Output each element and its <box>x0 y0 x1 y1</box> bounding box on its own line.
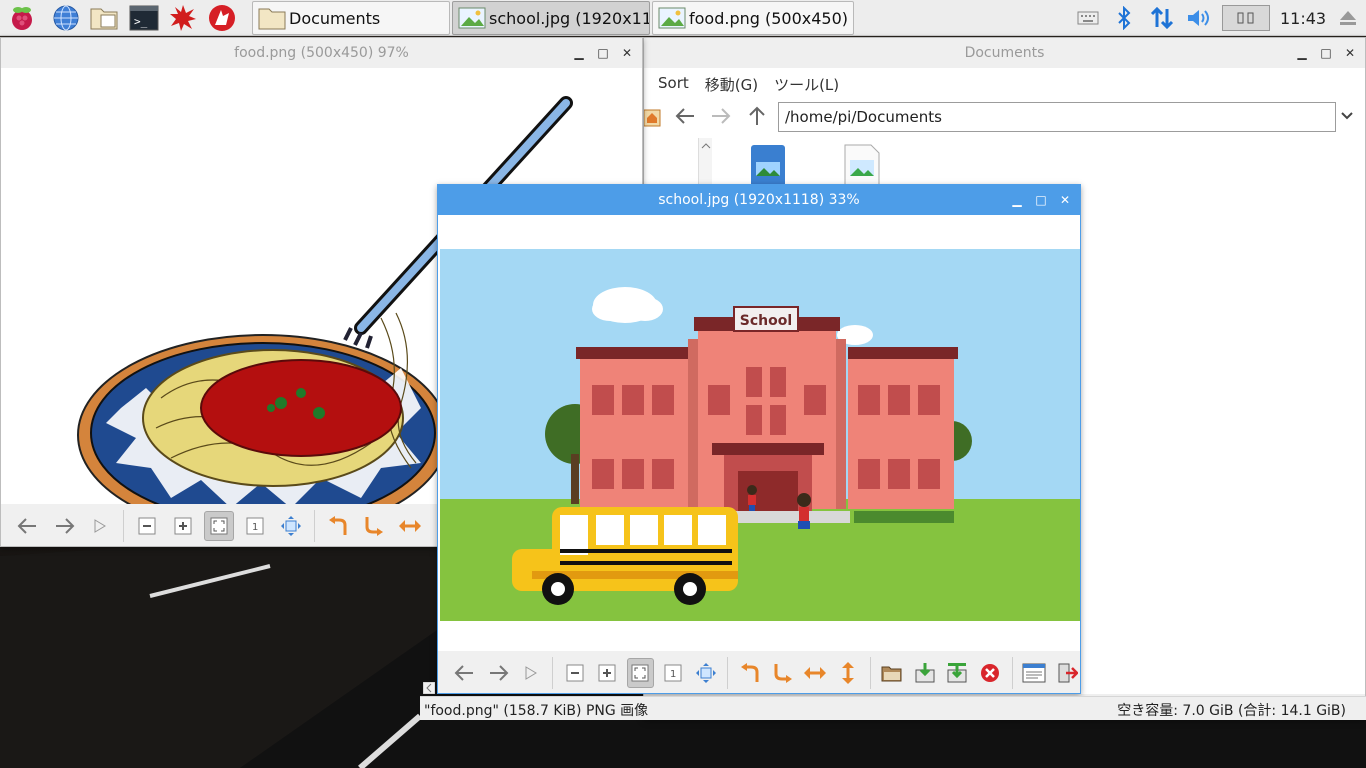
close-icon[interactable]: ✕ <box>1056 191 1074 209</box>
volume-icon[interactable] <box>1185 5 1213 31</box>
minimize-icon[interactable]: ▁ <box>1293 44 1311 62</box>
taskbar: >_ Documents school.jpg (1920x111… food.… <box>0 0 1366 36</box>
minimize-icon[interactable]: ▁ <box>1008 191 1026 209</box>
path-input[interactable]: /home/pi/Documents <box>778 102 1336 132</box>
prev-arrow-icon[interactable] <box>13 511 43 541</box>
toolbar-divider <box>552 657 554 689</box>
menubar: Sort 移動(G) ツール(L) <box>658 74 839 95</box>
school-image: School <box>440 249 1080 621</box>
file-manager-titlebar[interactable]: Documents ▁ □ ✕ <box>644 38 1365 68</box>
terminal-icon[interactable]: >_ <box>129 3 159 33</box>
scroll-left-icon[interactable] <box>422 681 436 695</box>
scroll-up-icon[interactable] <box>700 140 712 152</box>
toolbar-divider <box>869 657 871 689</box>
rotate-left-icon[interactable] <box>736 658 763 688</box>
zoom-in-icon[interactable] <box>594 658 621 688</box>
eject-icon[interactable] <box>1336 5 1360 31</box>
save-as-icon[interactable] <box>944 658 971 688</box>
play-icon[interactable] <box>85 511 115 541</box>
home-icon[interactable] <box>644 106 662 132</box>
flip-vertical-icon[interactable] <box>835 658 862 688</box>
status-free-space: 空き容量: 7.0 GiB (合計: 14.1 GiB) <box>1117 703 1346 719</box>
open-file-icon[interactable] <box>878 658 905 688</box>
back-arrow-icon[interactable] <box>672 104 698 132</box>
save-icon[interactable] <box>911 658 938 688</box>
image-icon <box>458 7 486 29</box>
window-title: school.jpg (1920x1118) 33% <box>658 192 860 208</box>
school-viewer-window: school.jpg (1920x1118) 33% ▁ □ ✕ School … <box>437 184 1081 694</box>
network-icon[interactable] <box>1148 5 1176 31</box>
svg-text:1: 1 <box>252 522 258 533</box>
toolbar-divider <box>1011 657 1013 689</box>
maximize-icon[interactable]: □ <box>1032 191 1050 209</box>
zoom-out-icon[interactable] <box>561 658 588 688</box>
up-arrow-icon[interactable] <box>744 103 770 133</box>
window-title: food.png (500x450) 97% <box>234 45 409 61</box>
svg-text:1: 1 <box>670 669 676 680</box>
school-viewer-titlebar[interactable]: school.jpg (1920x1118) 33% ▁ □ ✕ <box>438 185 1080 215</box>
task-label: food.png (500x450) 9… <box>689 8 853 28</box>
task-label: school.jpg (1920x111… <box>489 8 649 28</box>
prev-arrow-icon[interactable] <box>452 658 479 688</box>
school-sign: School <box>740 313 792 329</box>
rotate-right-icon[interactable] <box>359 511 389 541</box>
image-file-icon <box>751 145 785 187</box>
folder-icon <box>258 8 286 30</box>
zoom-in-icon[interactable] <box>168 511 198 541</box>
image-file-icon <box>844 144 880 188</box>
menu-go[interactable]: 移動(G) <box>705 74 758 95</box>
minimize-icon[interactable]: ▁ <box>570 44 588 62</box>
fullscreen-icon[interactable] <box>276 511 306 541</box>
fit-window-icon[interactable] <box>626 658 654 688</box>
fullscreen-icon[interactable] <box>693 658 720 688</box>
task-school[interactable]: school.jpg (1920x111… <box>452 1 650 35</box>
chevron-down-icon[interactable] <box>1340 108 1354 126</box>
next-arrow-icon[interactable] <box>49 511 79 541</box>
bluetooth-icon[interactable] <box>1112 5 1136 31</box>
zoom-out-icon[interactable] <box>132 511 162 541</box>
toolbar-divider <box>123 510 124 542</box>
food-viewer-titlebar[interactable]: food.png (500x450) 97% ▁ □ ✕ <box>1 38 642 68</box>
task-label: Documents <box>289 8 381 28</box>
wolf-icon[interactable] <box>207 3 237 33</box>
menu-tools[interactable]: ツール(L) <box>774 74 839 95</box>
raspberry-icon[interactable] <box>7 3 37 33</box>
task-documents[interactable]: Documents <box>252 1 450 35</box>
fit-window-icon[interactable] <box>204 511 234 541</box>
flip-horizontal-icon[interactable] <box>802 658 829 688</box>
window-title: Documents <box>964 45 1045 61</box>
globe-icon[interactable] <box>51 3 81 33</box>
maximize-icon[interactable]: □ <box>1317 44 1335 62</box>
menu-sort[interactable]: Sort <box>658 74 689 95</box>
original-size-icon[interactable]: 1 <box>660 658 687 688</box>
next-arrow-icon[interactable] <box>485 658 512 688</box>
preferences-icon[interactable] <box>1021 658 1048 688</box>
rotate-left-icon[interactable] <box>323 511 353 541</box>
cpu-monitor-icon[interactable] <box>1222 5 1270 31</box>
school-viewer-toolbar: 1 <box>438 651 1080 693</box>
svg-text:>_: >_ <box>134 15 148 28</box>
toolbar-divider <box>314 510 315 542</box>
image-icon <box>658 7 686 29</box>
toolbar-divider <box>727 657 729 689</box>
star-burst-icon[interactable] <box>168 3 198 33</box>
maximize-icon[interactable]: □ <box>594 44 612 62</box>
status-selection: "food.png" (158.7 KiB) PNG 画像 <box>424 703 649 719</box>
original-size-icon[interactable]: 1 <box>240 511 270 541</box>
play-icon[interactable] <box>518 658 545 688</box>
quit-icon[interactable] <box>1053 658 1080 688</box>
clock[interactable]: 11:43 <box>1280 9 1326 28</box>
folder-icon[interactable] <box>89 3 119 33</box>
delete-icon[interactable] <box>977 658 1004 688</box>
close-icon[interactable]: ✕ <box>1341 44 1359 62</box>
flip-horizontal-icon[interactable] <box>395 511 425 541</box>
rotate-right-icon[interactable] <box>769 658 796 688</box>
task-food[interactable]: food.png (500x450) 9… <box>652 1 854 35</box>
file-manager-status-bar: "food.png" (158.7 KiB) PNG 画像 空き容量: 7.0 … <box>420 696 1366 720</box>
close-icon[interactable]: ✕ <box>618 44 636 62</box>
keyboard-icon[interactable] <box>1075 5 1101 31</box>
forward-arrow-icon[interactable] <box>708 104 734 132</box>
